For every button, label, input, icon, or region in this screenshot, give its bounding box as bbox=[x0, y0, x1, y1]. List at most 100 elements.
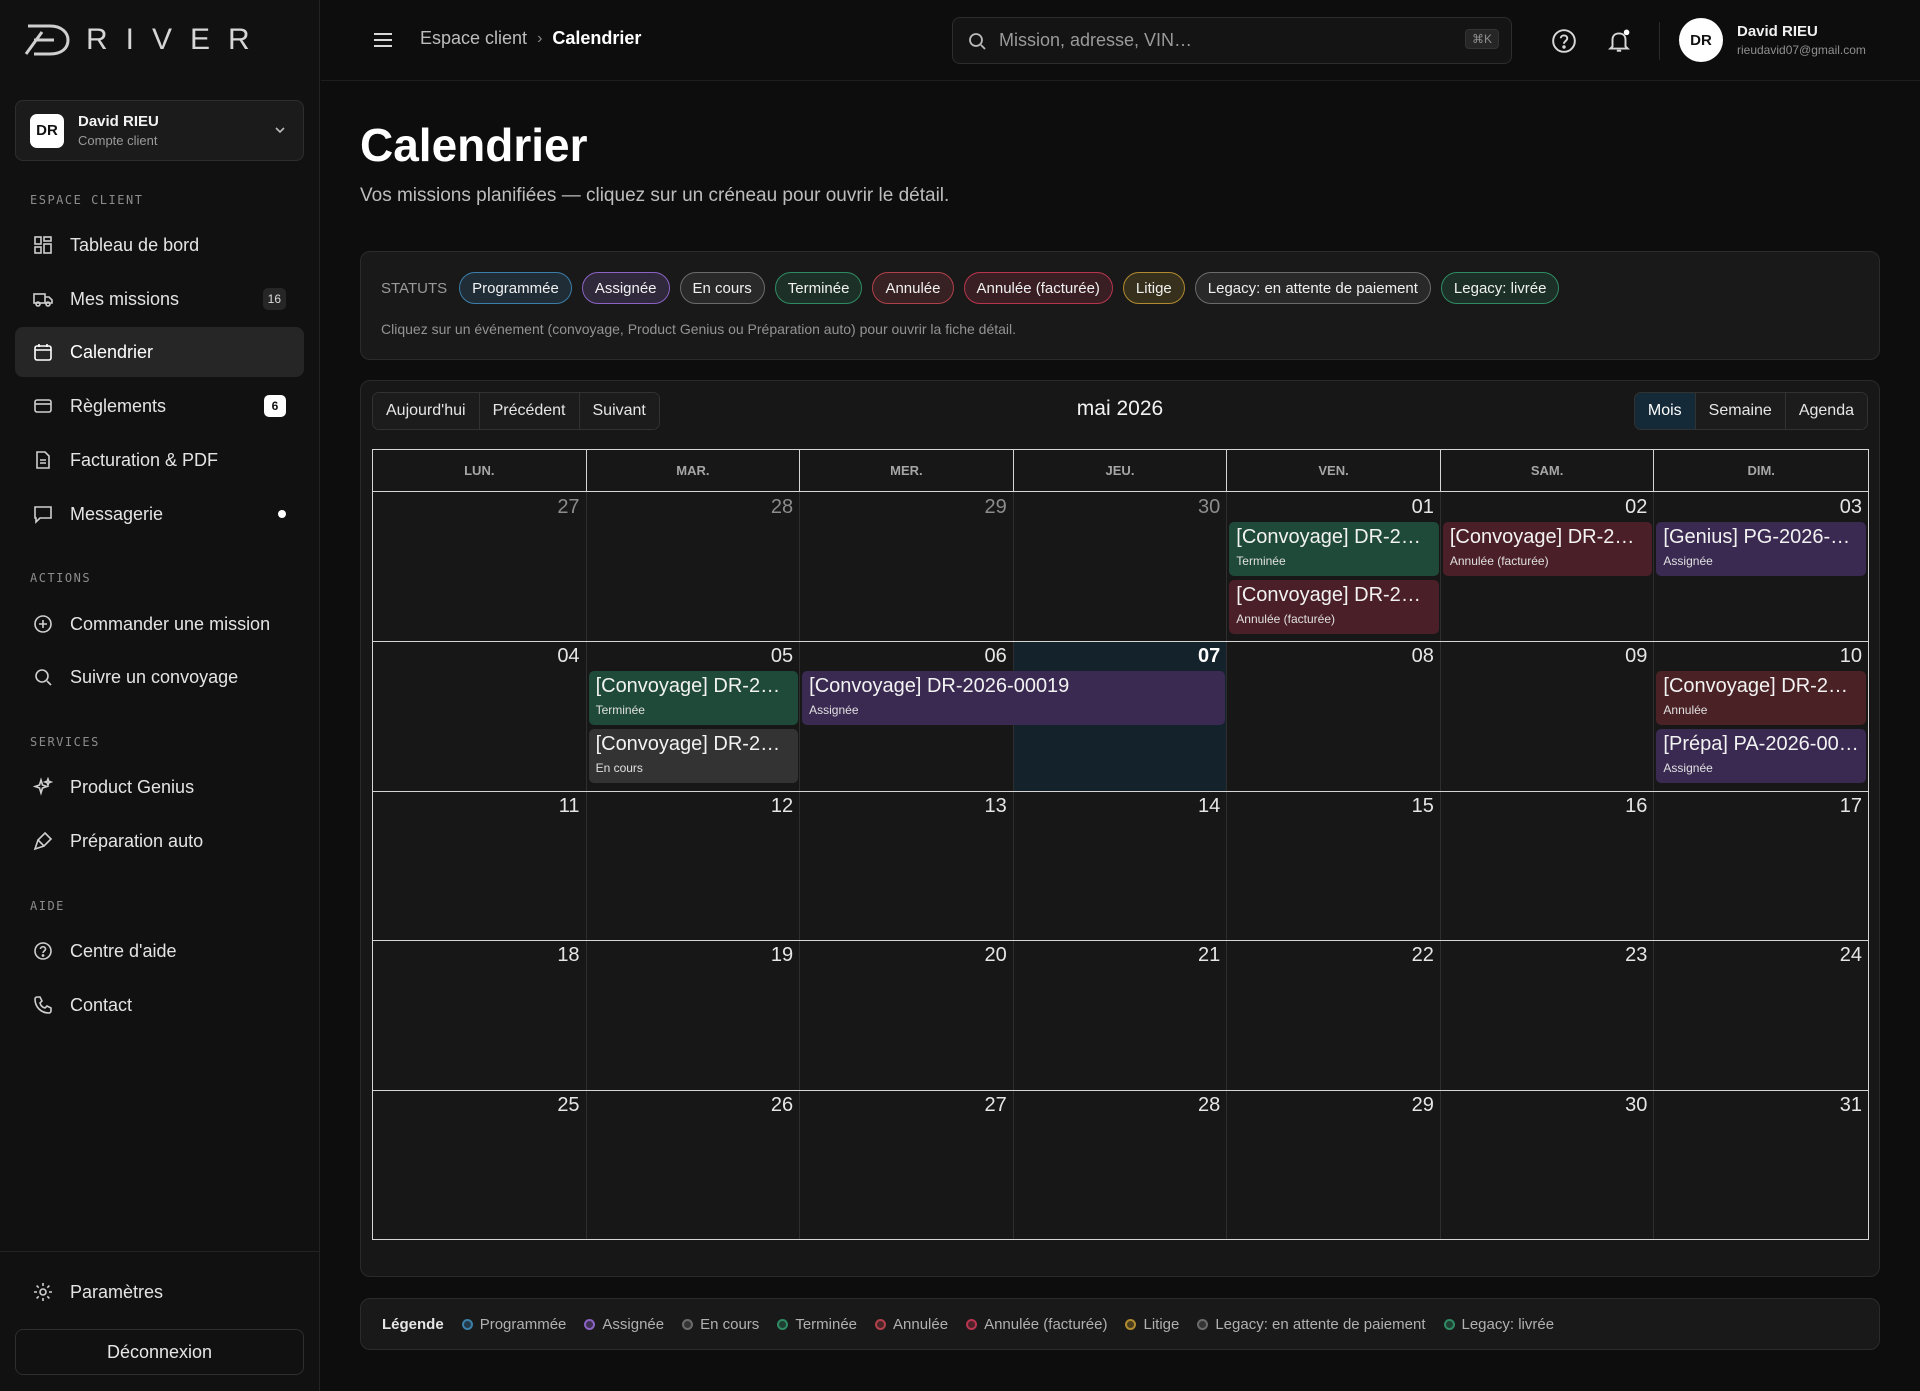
status-chip[interactable]: Programmée bbox=[459, 272, 572, 304]
day-number[interactable]: 22 bbox=[1412, 944, 1434, 967]
day-number[interactable]: 05 bbox=[771, 645, 793, 668]
sidebar-item-order-mission[interactable]: Commander une mission bbox=[15, 599, 304, 649]
search-input[interactable] bbox=[999, 30, 1439, 51]
day-number[interactable]: 27 bbox=[984, 1094, 1006, 1117]
status-chip[interactable]: Assignée bbox=[581, 272, 670, 304]
day-cell[interactable]: 13 bbox=[800, 790, 1014, 941]
day-cell[interactable]: 21 bbox=[1014, 940, 1228, 1090]
day-number[interactable]: 27 bbox=[557, 496, 579, 519]
view-button[interactable]: Mois bbox=[1634, 393, 1696, 429]
day-cell[interactable]: 30 bbox=[1441, 1089, 1655, 1239]
calendar-event[interactable]: [Genius] PG-2026-00004 Assignée bbox=[1656, 522, 1866, 576]
day-number[interactable]: 31 bbox=[1840, 1094, 1862, 1117]
day-cell[interactable]: 25 bbox=[373, 1089, 587, 1239]
day-number[interactable]: 25 bbox=[557, 1094, 579, 1117]
sidebar-item-calendar[interactable]: Calendrier bbox=[15, 327, 304, 377]
day-number[interactable]: 29 bbox=[984, 496, 1006, 519]
day-number[interactable]: 30 bbox=[1198, 496, 1220, 519]
day-number[interactable]: 20 bbox=[984, 944, 1006, 967]
status-chip[interactable]: Legacy: livrée bbox=[1440, 272, 1560, 304]
day-cell[interactable]: 18 bbox=[373, 940, 587, 1090]
sidebar-item-messages[interactable]: Messagerie bbox=[15, 489, 304, 539]
day-number[interactable]: 14 bbox=[1198, 795, 1220, 818]
day-number[interactable]: 18 bbox=[557, 944, 579, 967]
day-cell[interactable]: 16 bbox=[1441, 790, 1655, 941]
day-number[interactable]: 13 bbox=[984, 795, 1006, 818]
day-cell[interactable]: 27 bbox=[373, 492, 587, 642]
day-number[interactable]: 24 bbox=[1840, 944, 1862, 967]
day-number[interactable]: 21 bbox=[1198, 944, 1220, 967]
sidebar-item-dashboard[interactable]: Tableau de bord bbox=[15, 220, 304, 270]
user-menu[interactable]: DR David RIEU rieudavid07@gmail.com bbox=[1679, 18, 1866, 62]
sidebar-item-missions[interactable]: Mes missions 16 bbox=[15, 274, 304, 324]
day-cell[interactable]: 24 bbox=[1654, 940, 1868, 1089]
calendar-event[interactable]: [Convoyage] DR-2026-00017 Terminée bbox=[588, 671, 799, 726]
logout-button[interactable]: Déconnexion bbox=[15, 1329, 304, 1375]
day-cell[interactable]: 04 bbox=[373, 641, 587, 791]
day-cell[interactable]: 29 bbox=[800, 492, 1014, 642]
day-cell[interactable]: 09 bbox=[1441, 641, 1655, 791]
day-number[interactable]: 26 bbox=[771, 1094, 793, 1117]
day-number[interactable]: 12 bbox=[771, 795, 793, 818]
status-chip[interactable]: En cours bbox=[679, 272, 765, 304]
calendar-event[interactable]: [Convoyage] DR-2026-00011 Terminée bbox=[1229, 522, 1439, 576]
day-number[interactable]: 15 bbox=[1412, 795, 1434, 818]
day-number[interactable]: 16 bbox=[1625, 795, 1647, 818]
day-number[interactable]: 08 bbox=[1412, 645, 1434, 668]
day-number[interactable]: 06 bbox=[984, 645, 1006, 668]
sidebar-item-contact[interactable]: Contact bbox=[15, 980, 304, 1030]
day-cell[interactable]: 17 bbox=[1654, 791, 1868, 940]
day-number[interactable]: 09 bbox=[1625, 645, 1647, 668]
breadcrumb-root[interactable]: Espace client bbox=[420, 28, 527, 49]
day-cell[interactable]: 15 bbox=[1227, 790, 1441, 941]
day-number[interactable]: 01 bbox=[1412, 496, 1434, 519]
day-cell[interactable]: 31 bbox=[1654, 1090, 1868, 1239]
day-number[interactable]: 10 bbox=[1840, 645, 1862, 668]
day-number[interactable]: 02 bbox=[1625, 496, 1647, 519]
status-chip[interactable]: Annulée (facturée) bbox=[963, 272, 1113, 304]
bell-icon[interactable] bbox=[1606, 28, 1632, 54]
day-cell[interactable]: 23 bbox=[1441, 940, 1655, 1090]
search-box[interactable]: ⌘K bbox=[952, 17, 1512, 64]
day-cell[interactable]: 27 bbox=[800, 1089, 1014, 1239]
day-number[interactable]: 11 bbox=[559, 795, 580, 818]
day-number[interactable]: 30 bbox=[1625, 1094, 1647, 1117]
view-button[interactable]: Agenda bbox=[1785, 393, 1867, 429]
sidebar-item-product-genius[interactable]: Product Genius bbox=[15, 762, 304, 812]
day-cell[interactable]: 22 bbox=[1227, 940, 1441, 1090]
status-chip[interactable]: Legacy: en attente de paiement bbox=[1194, 272, 1431, 304]
sidebar-item-track[interactable]: Suivre un convoyage bbox=[15, 652, 304, 702]
day-cell[interactable]: 12 bbox=[587, 790, 801, 941]
day-cell[interactable]: 19 bbox=[587, 940, 801, 1090]
status-chip[interactable]: Litige bbox=[1122, 272, 1185, 304]
day-number[interactable]: 04 bbox=[557, 645, 579, 668]
sidebar-item-settings[interactable]: Paramètres bbox=[15, 1267, 304, 1317]
calendar-event[interactable]: [Convoyage] DR-2026-00012 Annulée (factur… bbox=[1229, 580, 1439, 634]
day-cell[interactable]: 28 bbox=[1014, 1089, 1228, 1239]
calendar-event[interactable]: [Convoyage] DR-2026-00020 Annulée bbox=[1656, 671, 1866, 726]
day-number[interactable]: 28 bbox=[771, 496, 793, 519]
day-number[interactable]: 07 bbox=[1198, 645, 1220, 668]
help-circle-icon[interactable] bbox=[1551, 28, 1577, 54]
sidebar-item-car-prep[interactable]: Préparation auto bbox=[15, 816, 304, 866]
driver-logo[interactable]: RIVER bbox=[24, 18, 268, 62]
day-cell[interactable]: 26 bbox=[587, 1089, 801, 1239]
view-button[interactable]: Semaine bbox=[1695, 393, 1786, 429]
day-number[interactable]: 23 bbox=[1625, 944, 1647, 967]
day-cell[interactable]: 14 bbox=[1014, 790, 1228, 941]
day-cell[interactable]: 11 bbox=[373, 790, 587, 941]
day-cell[interactable]: 30 bbox=[1014, 492, 1228, 642]
calendar-event[interactable]: [Convoyage] DR-2026-00013 Annulée (factur… bbox=[1442, 522, 1653, 576]
sidebar-item-payments[interactable]: Règlements 6 bbox=[15, 381, 304, 431]
day-number[interactable]: 28 bbox=[1198, 1094, 1220, 1117]
calendar-event[interactable]: [Convoyage] DR-2026-00018 En cours bbox=[588, 729, 799, 784]
sidebar-item-help-center[interactable]: Centre d'aide bbox=[15, 926, 304, 976]
day-cell[interactable]: 20 bbox=[800, 940, 1014, 1090]
menu-icon[interactable] bbox=[371, 28, 395, 52]
day-number[interactable]: 29 bbox=[1412, 1094, 1434, 1117]
calendar-event[interactable]: [Convoyage] DR-2026-00019 Assignée bbox=[802, 671, 1226, 726]
calendar-event[interactable]: [Prépa] PA-2026-00003 Assignée bbox=[1656, 729, 1866, 784]
day-cell[interactable]: 29 bbox=[1227, 1089, 1441, 1239]
status-chip[interactable]: Annulée bbox=[872, 272, 954, 304]
day-cell[interactable]: 28 bbox=[587, 492, 801, 642]
